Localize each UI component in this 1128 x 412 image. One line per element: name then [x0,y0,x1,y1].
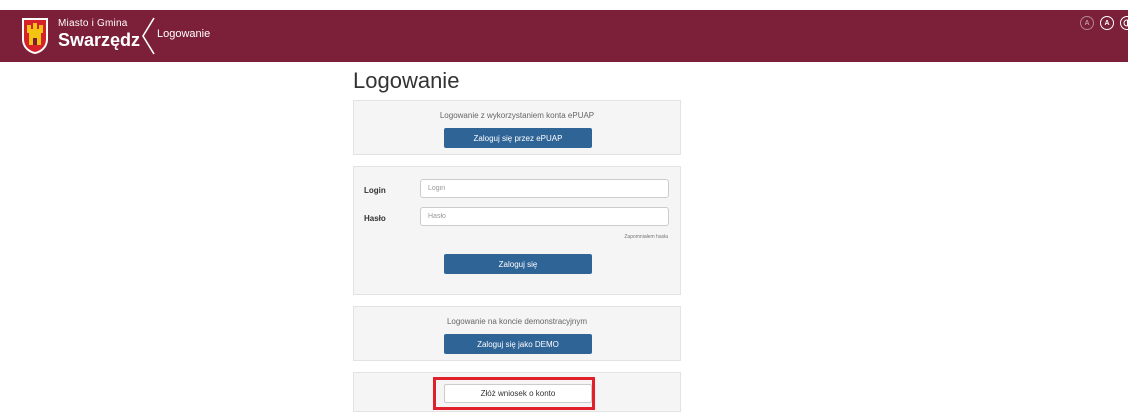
brand-title: Swarzędz [58,30,141,50]
request-account-button[interactable]: Złóż wniosek o konto [444,384,592,403]
epuap-caption: Logowanie z wykorzystaniem konta ePUAP [439,111,595,120]
coat-of-arms-icon[interactable] [21,17,49,55]
password-input[interactable] [420,207,669,226]
font-larger-icon[interactable]: A [1100,16,1114,30]
epuap-login-button[interactable]: Zaloguj się przez ePUAP [444,128,592,148]
login-input[interactable] [420,179,669,198]
epuap-panel: Logowanie z wykorzystaniem konta ePUAP Z… [353,100,681,155]
password-label: Hasło [364,214,386,223]
brand[interactable]: Miasto i Gmina Swarzędz [58,18,141,50]
page-title: Logowanie [353,68,460,93]
breadcrumb-current: Logowanie [157,28,211,40]
login-submit-button[interactable]: Zaloguj się [444,254,592,274]
demo-login-button[interactable]: Zaloguj się jako DEMO [444,334,592,354]
forgot-password-link[interactable]: Zapomniałem hasła [624,234,668,240]
account-request-panel: Złóż wniosek o konto [353,372,681,412]
login-form-panel: Login Hasło Zapomniałem hasła Zaloguj si… [353,166,681,295]
top-bar: Miasto i Gmina Swarzędz Logowanie A A [0,10,1128,62]
chevron-left-icon [142,17,155,55]
login-label: Login [364,186,386,195]
font-smaller-icon[interactable]: A [1080,16,1094,30]
contrast-icon[interactable] [1120,16,1128,30]
demo-caption: Logowanie na koncie demonstracyjnym [446,317,588,326]
contrast-glyph [1123,19,1128,27]
accessibility-toolbar: A A [1080,16,1128,32]
brand-subtitle: Miasto i Gmina [58,18,128,29]
demo-panel: Logowanie na koncie demonstracyjnym Zalo… [353,306,681,361]
